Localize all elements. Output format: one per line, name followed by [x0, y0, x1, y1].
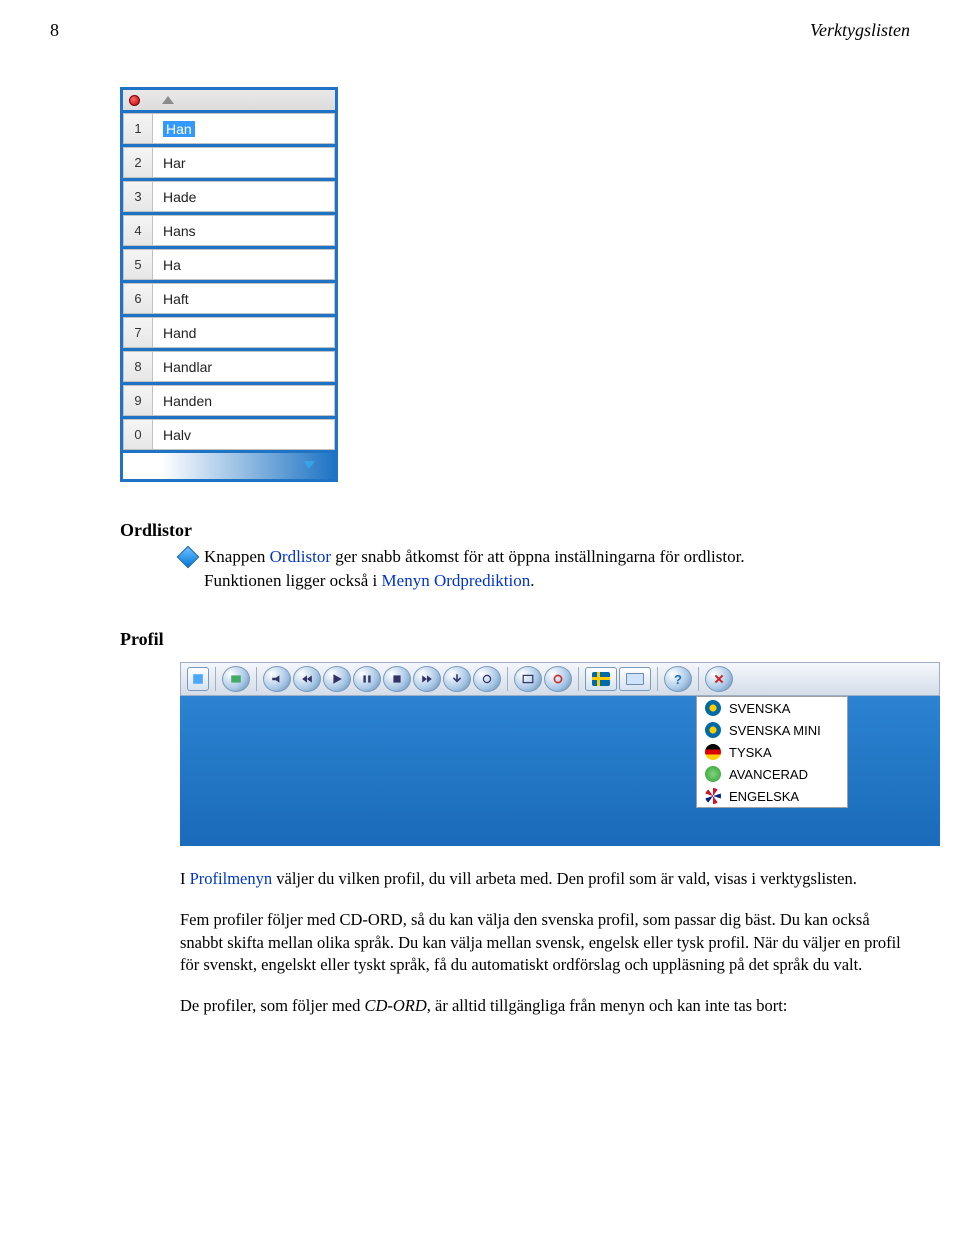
profile-menu-item[interactable]: TYSKA: [697, 741, 847, 763]
prediction-word[interactable]: Handen: [153, 385, 335, 416]
profile-dropdown-menu: SVENSKA SVENSKA MINI TYSKA AVANCERAD ENGELSK…: [696, 696, 848, 808]
link-ordlistor[interactable]: Ordlistor: [270, 547, 331, 566]
profile-menu-item[interactable]: ENGELSKA: [697, 785, 847, 807]
page-header: 8 Verktygslisten: [50, 20, 910, 41]
prediction-number: 3: [123, 181, 153, 212]
profile-toolbar-screenshot: ? SVENSKA SVENSKA MINI TYSKA AVANCERAD ENGEL…: [180, 662, 940, 846]
ordlistor-line: Knappen Ordlistor ger snabb åtkomst för …: [180, 547, 910, 567]
prediction-word[interactable]: Handlar: [153, 351, 335, 382]
prediction-number: 7: [123, 317, 153, 348]
prediction-row[interactable]: 4Hans: [123, 215, 335, 246]
toolbar-body: SVENSKA SVENSKA MINI TYSKA AVANCERAD ENGELSK…: [180, 696, 940, 846]
prediction-word[interactable]: Ha: [153, 249, 335, 280]
toolbar-save-sound-button[interactable]: [443, 666, 471, 692]
toolbar-cdord-icon[interactable]: [187, 667, 209, 691]
toolbar-rewind-button[interactable]: [293, 666, 321, 692]
prediction-row[interactable]: 5Ha: [123, 249, 335, 280]
record-icon[interactable]: [129, 95, 140, 106]
prediction-row[interactable]: 1Han: [123, 113, 335, 144]
panel-bottombar: [123, 453, 335, 479]
toolbar-play-button[interactable]: [323, 666, 351, 692]
body-paragraphs: I Profilmenyn väljer du vilken profil, d…: [180, 868, 910, 1018]
ordlistor-icon: [177, 546, 200, 569]
prediction-word[interactable]: Har: [153, 147, 335, 178]
toolbar-print-button[interactable]: [222, 666, 250, 692]
profile-menu-label: SVENSKA: [729, 701, 790, 716]
prediction-row[interactable]: 8Handlar: [123, 351, 335, 382]
panel-topbar: [123, 90, 335, 110]
prediction-word[interactable]: Haft: [153, 283, 335, 314]
profile-menu-icon: [705, 722, 721, 738]
prediction-word[interactable]: Hand: [153, 317, 335, 348]
toolbar-keyboard-button[interactable]: [619, 667, 651, 691]
scroll-down-icon[interactable]: [303, 461, 315, 469]
profile-menu-icon: [705, 700, 721, 716]
toolbar-pause-button[interactable]: [353, 666, 381, 692]
paragraph-3: De profiler, som följer med CD-ORD, är a…: [180, 995, 910, 1018]
heading-profil: Profil: [120, 629, 910, 650]
prediction-row[interactable]: 2Har: [123, 147, 335, 178]
word-prediction-panel: 1Han2Har3Hade4Hans5Ha6Haft7Hand8Handlar9…: [120, 87, 338, 482]
emphasis-cdord: CD-ORD: [364, 996, 426, 1015]
keyboard-icon: [626, 673, 644, 685]
page-number: 8: [50, 20, 59, 41]
profile-menu-item[interactable]: SVENSKA: [697, 697, 847, 719]
prediction-number: 2: [123, 147, 153, 178]
profile-menu-label: TYSKA: [729, 745, 772, 760]
flag-sweden-icon: [592, 672, 610, 686]
link-menyn-ordprediktion[interactable]: Menyn Ordprediktion: [382, 571, 531, 590]
toolbar-forward-button[interactable]: [413, 666, 441, 692]
scroll-up-icon[interactable]: [162, 96, 174, 104]
prediction-number: 8: [123, 351, 153, 382]
profile-menu-label: ENGELSKA: [729, 789, 799, 804]
prediction-row[interactable]: 7Hand: [123, 317, 335, 348]
profile-menu-item[interactable]: SVENSKA MINI: [697, 719, 847, 741]
profile-menu-icon: [705, 766, 721, 782]
page-title: Verktygslisten: [810, 20, 910, 41]
prediction-word[interactable]: Hade: [153, 181, 335, 212]
heading-ordlistor: Ordlistor: [120, 520, 910, 541]
profile-menu-label: SVENSKA MINI: [729, 723, 821, 738]
app-toolbar: ?: [180, 662, 940, 696]
ordlistor-line2: Funktionen ligger också i Menyn Ordpredi…: [180, 571, 910, 591]
profile-menu-icon: [705, 744, 721, 760]
prediction-word[interactable]: Halv: [153, 419, 335, 450]
toolbar-close-button[interactable]: [705, 666, 733, 692]
prediction-number: 9: [123, 385, 153, 416]
profile-menu-icon: [705, 788, 721, 804]
prediction-number: 1: [123, 113, 153, 144]
prediction-number: 5: [123, 249, 153, 280]
toolbar-profile-flag-button[interactable]: [585, 667, 617, 691]
toolbar-stop-button[interactable]: [383, 666, 411, 692]
prediction-row[interactable]: 0Halv: [123, 419, 335, 450]
prediction-word[interactable]: Hans: [153, 215, 335, 246]
link-profilmenyn[interactable]: Profilmenyn: [190, 869, 273, 888]
toolbar-strategy-button[interactable]: [473, 666, 501, 692]
toolbar-help-button[interactable]: ?: [664, 666, 692, 692]
toolbar-restart-button[interactable]: [544, 666, 572, 692]
prediction-number: 4: [123, 215, 153, 246]
profile-menu-item[interactable]: AVANCERAD: [697, 763, 847, 785]
prediction-row[interactable]: 6Haft: [123, 283, 335, 314]
toolbar-speak-button[interactable]: [263, 666, 291, 692]
prediction-row[interactable]: 3Hade: [123, 181, 335, 212]
ordlistor-text: Knappen Ordlistor ger snabb åtkomst för …: [204, 547, 745, 567]
profile-menu-label: AVANCERAD: [729, 767, 808, 782]
paragraph-1: I Profilmenyn väljer du vilken profil, d…: [180, 868, 910, 891]
prediction-word[interactable]: Han: [153, 113, 335, 144]
prediction-number: 0: [123, 419, 153, 450]
toolbar-window-button[interactable]: [514, 666, 542, 692]
prediction-row[interactable]: 9Handen: [123, 385, 335, 416]
prediction-number: 6: [123, 283, 153, 314]
paragraph-2: Fem profiler följer med CD-ORD, så du ka…: [180, 909, 910, 977]
